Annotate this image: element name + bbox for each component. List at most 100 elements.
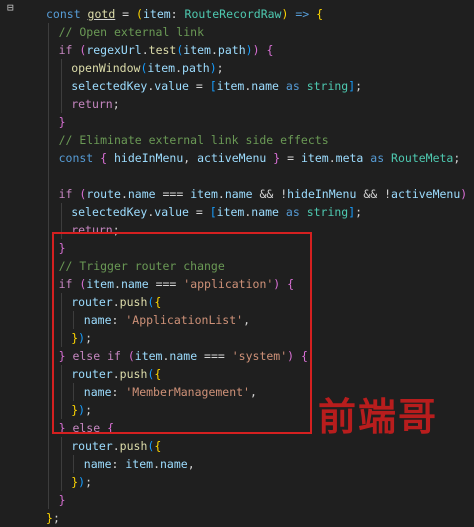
indent-guide (48, 419, 49, 437)
code-token: { (316, 7, 324, 21)
indent-guide (48, 77, 49, 95)
fold-icon[interactable]: ⊟ (7, 2, 17, 13)
code-token: RouteMeta (391, 151, 454, 165)
code-token: item (142, 7, 171, 21)
code-line[interactable]: const { hideInMenu, activeMenu } = item.… (46, 149, 474, 167)
code-token: as (278, 79, 307, 93)
code-token: } (58, 115, 66, 129)
code-token: ; (453, 151, 461, 165)
code-line-content: selectedKey.value = [item.name as string… (71, 203, 362, 221)
code-line[interactable]: return; (46, 95, 474, 113)
code-line[interactable]: }); (46, 473, 474, 491)
editor-scrollbar[interactable] (468, 0, 474, 453)
code-token: item (183, 43, 211, 57)
code-line-content: selectedKey.value = [item.name as string… (71, 77, 362, 95)
code-token: regexUrl (86, 43, 142, 57)
code-token: item (216, 205, 245, 219)
code-line[interactable]: }; (46, 509, 474, 527)
indent-guide (48, 23, 49, 41)
code-line[interactable]: selectedKey.value = [item.name as string… (46, 77, 474, 95)
indent-guide (60, 473, 62, 491)
code-token: return (71, 97, 113, 111)
code-line-content: }; (46, 509, 60, 527)
code-token: : (111, 457, 126, 471)
code-token: item (301, 151, 329, 165)
code-line[interactable]: } (46, 491, 474, 509)
code-line[interactable]: selectedKey.value = [item.name as string… (46, 203, 474, 221)
code-line[interactable] (46, 167, 474, 185)
code-token: path (182, 61, 210, 75)
code-token: === (155, 187, 191, 201)
code-line[interactable]: const gotd = (item: RouteRecordRaw) => { (46, 5, 474, 23)
code-token: item (147, 61, 176, 75)
code-line[interactable]: // Eliminate external link side effects (46, 131, 474, 149)
indent-guide (48, 383, 49, 401)
code-token: && ! (252, 187, 288, 201)
code-editor[interactable]: ⊟ const gotd = (item: RouteRecordRaw) =>… (0, 0, 474, 525)
code-token: => (288, 7, 317, 21)
code-token: } (46, 511, 53, 525)
indent-guide (48, 221, 49, 239)
code-token: , (187, 457, 195, 471)
code-line[interactable]: if (route.name === item.name && !hideInM… (46, 185, 474, 203)
code-token: ) (78, 475, 86, 489)
code-token: meta (335, 151, 364, 165)
code-token: . (175, 61, 183, 75)
indent-guide (48, 401, 49, 419)
code-token: name (251, 205, 279, 219)
code-token: ; (52, 511, 60, 525)
code-token: ; (112, 97, 120, 111)
indent-guide (48, 275, 49, 293)
indent-guide (48, 131, 49, 149)
code-token: value (154, 205, 189, 219)
code-line[interactable]: if (regexUrl.test(item.path)) { (46, 41, 474, 59)
code-token: hideInMenu (287, 187, 357, 201)
code-line[interactable]: name: item.name, (46, 455, 474, 473)
code-token: name (83, 457, 112, 471)
code-line-content: return; (71, 95, 119, 113)
code-token: string (306, 205, 349, 219)
code-token: RouteRecordRaw (184, 7, 282, 21)
code-token: // Eliminate external link side effects (58, 133, 329, 147)
code-line-content: const gotd = (item: RouteRecordRaw) => { (46, 5, 323, 23)
code-token: } (71, 475, 79, 489)
indent-guide (60, 77, 62, 95)
code-line[interactable]: // Open external link (46, 23, 474, 41)
code-token: [ (209, 79, 217, 93)
code-line[interactable]: openWindow(item.path); (46, 59, 474, 77)
code-token: . (112, 439, 120, 453)
code-token: name (127, 187, 156, 201)
code-token: openWindow (71, 61, 141, 75)
code-token: = (188, 79, 210, 93)
code-token: . (328, 151, 336, 165)
code-line[interactable]: } (46, 113, 474, 131)
code-line-content: openWindow(item.path); (71, 59, 223, 77)
code-token: push (119, 439, 148, 453)
indent-guide (48, 113, 49, 131)
code-token: ) (209, 61, 217, 75)
indent-guide (48, 149, 49, 167)
indent-guide (48, 203, 49, 221)
code-token: if (58, 43, 80, 57)
indent-guide (48, 41, 49, 59)
code-token: router (71, 439, 113, 453)
indent-guide (48, 239, 49, 257)
code-token: ) (252, 43, 260, 57)
code-token: selectedKey (71, 205, 148, 219)
code-line-content: const { hideInMenu, activeMenu } = item.… (59, 149, 461, 167)
code-token: { (154, 439, 162, 453)
code-token: activeMenu (391, 187, 461, 201)
code-token: as (363, 151, 392, 165)
code-token: ; (85, 475, 92, 489)
code-line-content: // Open external link (59, 23, 204, 41)
code-token: . (120, 187, 128, 201)
code-token: const (58, 151, 101, 165)
code-token: ( (136, 7, 143, 21)
code-token: item (125, 457, 154, 471)
code-token: . (153, 457, 160, 471)
code-line-content: } (59, 491, 66, 509)
code-token: activeMenu (197, 151, 274, 165)
indent-guide (48, 59, 49, 77)
indent-guide (48, 365, 49, 383)
code-token: : (170, 7, 185, 21)
